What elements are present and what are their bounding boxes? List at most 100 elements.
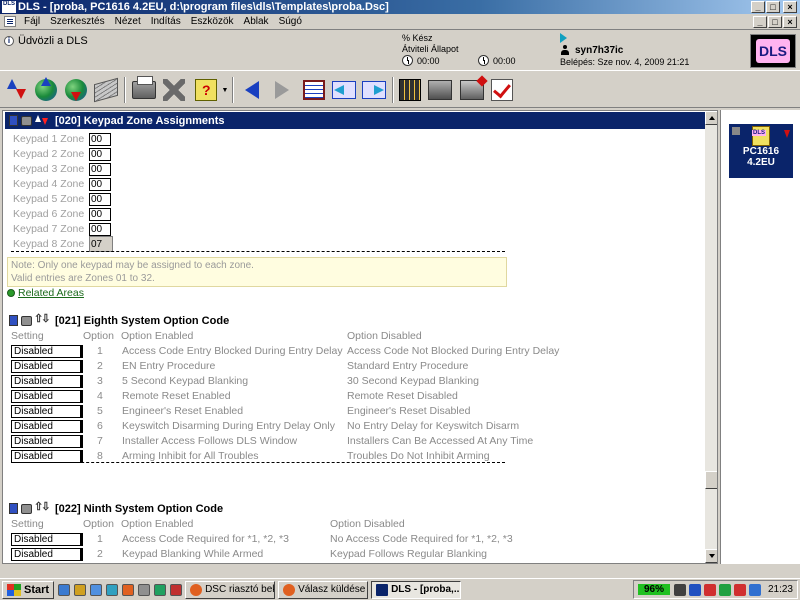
quicklaunch-firefox-icon[interactable]: [122, 583, 135, 596]
keypad-zone-input[interactable]: 00: [89, 222, 111, 236]
layers-icon: [94, 77, 118, 103]
disconnect-button[interactable]: [160, 77, 188, 103]
document-icon[interactable]: [4, 16, 16, 27]
keypad-zone-row: Keypad 5 Zone 00: [13, 192, 111, 206]
option-setting-select[interactable]: Disabled: [11, 345, 83, 358]
play-arrow-icon: [560, 33, 567, 43]
minimize-button[interactable]: _: [751, 1, 765, 13]
doc-minimize-button[interactable]: _: [753, 15, 767, 28]
doc-restore-button[interactable]: □: [768, 15, 782, 28]
option-setting-select[interactable]: Disabled: [11, 420, 83, 433]
exchange-right-button[interactable]: [360, 77, 388, 103]
scroll-down-button[interactable]: [705, 549, 717, 563]
tray-app-icon[interactable]: [718, 583, 731, 596]
section-header-022[interactable]: [022] Ninth System Option Code: [5, 500, 705, 517]
power-plug-icon[interactable]: [673, 583, 686, 596]
option-setting-select[interactable]: Disabled: [11, 533, 83, 546]
section-title: [020] Keypad Zone Assignments: [55, 114, 225, 127]
print-button[interactable]: [130, 76, 158, 103]
menu-tools[interactable]: Eszközök: [186, 16, 239, 27]
start-button[interactable]: Start: [2, 580, 55, 599]
keypad-zone-input[interactable]: 00: [89, 147, 111, 161]
task-label: Válasz küldése ...: [298, 584, 367, 595]
option-setting-select[interactable]: Disabled: [11, 390, 83, 403]
option-number: 5: [97, 405, 103, 417]
divider: [11, 462, 505, 463]
forward-button[interactable]: [268, 77, 296, 103]
tray-app-icon[interactable]: [748, 583, 761, 596]
keypad-zone-input[interactable]: 00: [89, 192, 111, 206]
exchange-left-button[interactable]: [330, 77, 358, 103]
option-setting-select[interactable]: Disabled: [11, 375, 83, 388]
keypad-zone-input[interactable]: 00: [89, 162, 111, 176]
tray-app-icon[interactable]: [688, 583, 701, 596]
option-setting-select[interactable]: Disabled: [11, 360, 83, 373]
quicklaunch-app-icon[interactable]: [170, 583, 183, 596]
upload-download-small-icon: [34, 312, 50, 326]
menu-window[interactable]: Ablak: [239, 16, 274, 27]
checklist-button[interactable]: [192, 77, 220, 103]
elapsed-timer: 00:00: [402, 55, 440, 66]
scroll-up-button[interactable]: [705, 111, 717, 125]
menu-view[interactable]: Nézet: [110, 16, 146, 27]
clock-time[interactable]: 21:23: [768, 584, 793, 595]
related-areas-link[interactable]: Related Areas: [7, 287, 84, 299]
quicklaunch-explorer-icon[interactable]: [58, 583, 71, 596]
quicklaunch-folder-icon[interactable]: [74, 583, 87, 596]
panel-item-pc1616[interactable]: PC1616 4.2EU: [729, 124, 793, 178]
books-button[interactable]: [396, 77, 424, 103]
download-arrow-icon: [784, 130, 790, 138]
layers-button[interactable]: [92, 77, 120, 103]
checklist-dropdown[interactable]: ▼: [220, 77, 230, 103]
scrollbar-thumb[interactable]: [705, 471, 717, 489]
menu-launch[interactable]: Indítás: [146, 16, 186, 27]
option-setting-select[interactable]: Disabled: [11, 405, 83, 418]
option-setting-select[interactable]: Disabled: [11, 435, 83, 448]
verify-button[interactable]: [488, 77, 516, 103]
timer-value: 00:00: [417, 55, 440, 66]
print-setup-button[interactable]: [426, 77, 454, 103]
tray-app-icon[interactable]: [733, 583, 746, 596]
close-button[interactable]: ×: [783, 1, 797, 13]
upload-download-button[interactable]: [2, 77, 30, 103]
quicklaunch-app-icon[interactable]: [138, 583, 151, 596]
menu-help[interactable]: Súgó: [274, 16, 307, 27]
option-setting-select[interactable]: Disabled: [11, 548, 83, 561]
globe-upload-icon: [35, 77, 57, 101]
global-upload-button[interactable]: [32, 77, 60, 103]
option-enabled-text: EN Entry Procedure: [122, 360, 216, 372]
task-button-reply[interactable]: Válasz küldése ...: [278, 580, 369, 599]
quicklaunch-app-icon[interactable]: [154, 583, 167, 596]
panel-model: PC1616: [742, 146, 780, 157]
keypad-zone-input[interactable]: 00: [89, 177, 111, 191]
keypad-zone-input[interactable]: 07: [89, 236, 113, 252]
tray-app-icon[interactable]: [703, 583, 716, 596]
option-disabled-text: No Entry Delay for Keyswitch Disarm: [347, 420, 520, 432]
percent-complete-label: % Kész: [402, 33, 433, 43]
option-number: 7: [97, 435, 103, 447]
dls-logo-text: DLS: [756, 39, 790, 63]
section-header-020[interactable]: [020] Keypad Zone Assignments: [5, 112, 705, 129]
column-header-setting: Setting: [11, 330, 44, 342]
menu-edit[interactable]: Szerkesztés: [45, 16, 109, 27]
battery-indicator[interactable]: 96%: [637, 584, 670, 595]
print-report-button[interactable]: [458, 77, 486, 103]
quicklaunch-ie-icon[interactable]: [90, 583, 103, 596]
table-view-button[interactable]: [300, 77, 328, 103]
doc-close-button[interactable]: ×: [783, 15, 797, 28]
menu-file[interactable]: Fájl: [19, 16, 45, 27]
keypad-zone-input[interactable]: 00: [89, 207, 111, 221]
back-button[interactable]: [238, 77, 266, 103]
keypad-zone-input[interactable]: 00: [89, 132, 111, 146]
maximize-button[interactable]: □: [766, 1, 780, 13]
task-button-dls[interactable]: DLS - [proba,...: [371, 580, 462, 599]
option-disabled-text: Standard Entry Procedure: [347, 360, 469, 372]
column-header-disabled: Option Disabled: [330, 518, 405, 530]
task-button-browser[interactable]: DSC riasztó bek...: [185, 580, 276, 599]
global-download-button[interactable]: [62, 77, 90, 103]
section-header-021[interactable]: [021] Eighth System Option Code: [5, 312, 705, 329]
vertical-scrollbar[interactable]: [705, 111, 717, 563]
table-icon: [303, 80, 325, 100]
quicklaunch-media-icon[interactable]: [106, 583, 119, 596]
printer-icon: [132, 76, 156, 99]
